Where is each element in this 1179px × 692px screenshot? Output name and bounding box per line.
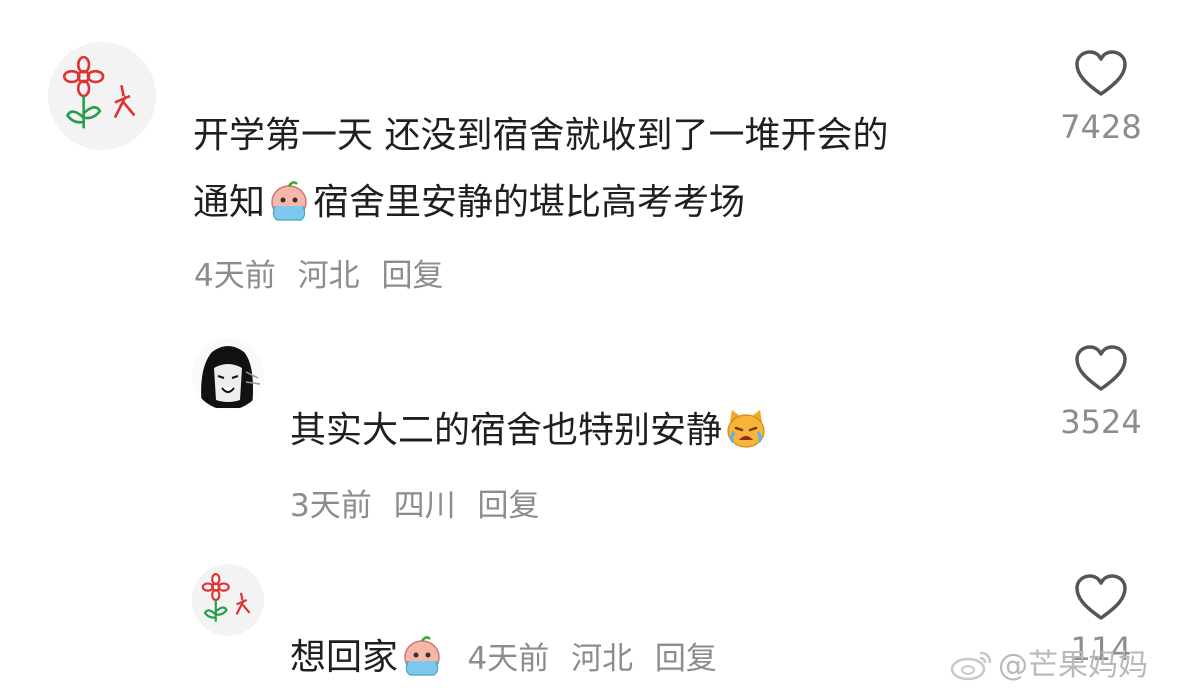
heart-icon[interactable] (1074, 50, 1128, 98)
reply-button[interactable]: 回复 (381, 258, 443, 294)
reply-button[interactable]: 回复 (655, 641, 717, 677)
comment-location: 河北 (571, 641, 634, 677)
heart-icon[interactable] (1074, 574, 1128, 622)
comment-location: 河北 (297, 258, 360, 294)
comment-meta: 3天前 四川 回复 (290, 480, 551, 525)
heart-icon[interactable] (1074, 345, 1128, 393)
avatar[interactable] (192, 564, 264, 636)
like-group: 7428 (1056, 50, 1146, 146)
flower-avatar-icon (48, 42, 156, 150)
comment-time: 4天前 (467, 641, 550, 677)
comment-location: 四川 (393, 488, 456, 524)
comment-text: 开学第一天 还没到宿舍就收到了一堆开会的 (193, 115, 889, 156)
comment-text: 通知 宿舍里安静的堪比高考考场 (193, 177, 745, 229)
like-count: 7428 (1060, 108, 1142, 146)
comment-time: 3天前 (290, 488, 372, 524)
like-count: 3524 (1060, 403, 1142, 441)
comment-time: 4天前 (194, 258, 276, 294)
comment-text: 其实大二的宿舍也特别安静 (290, 405, 770, 457)
avatar[interactable] (192, 338, 264, 410)
crying-face-emoji-icon (404, 636, 440, 676)
comment-meta: 4天前 河北 回复 (467, 641, 728, 677)
anime-avatar-icon (192, 338, 264, 410)
comment-row: 想回家 4天前 河北 回复 (290, 632, 729, 685)
weibo-logo-icon (950, 651, 992, 681)
comment-meta: 4天前 河北 回复 (194, 250, 455, 295)
crying-face-emoji-icon (271, 181, 307, 221)
crying-cat-emoji-icon (727, 410, 765, 448)
flower-avatar-icon (192, 564, 264, 636)
like-group: 3524 (1056, 345, 1146, 441)
reply-button[interactable]: 回复 (477, 488, 539, 524)
comment-text: 想回家 (290, 637, 399, 678)
avatar[interactable] (48, 42, 156, 150)
watermark: @芒果妈妈 (950, 640, 1148, 684)
